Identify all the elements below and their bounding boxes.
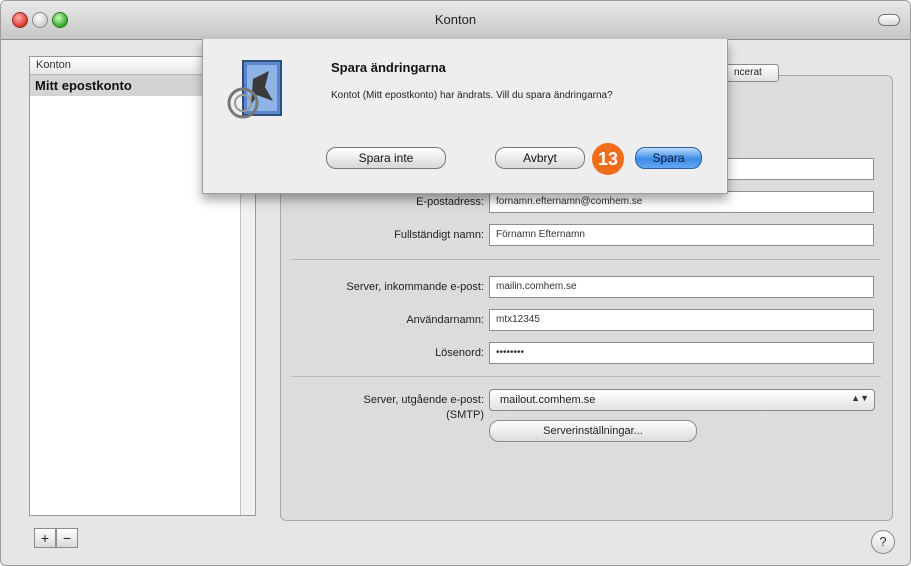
email-label: E-postadress: [416,196,484,208]
dont-save-button[interactable]: Spara inte [326,147,446,169]
add-account-button[interactable]: + [34,528,56,548]
incoming-server-label: Server, inkommande e-post: [346,281,484,293]
dialog-title: Spara ändringarna [331,60,446,75]
password-label: Lösenord: [435,347,484,359]
incoming-server-field[interactable]: mailin.comhem.se [489,276,874,298]
step-badge: 13 [592,143,624,175]
remove-account-button[interactable]: − [56,528,78,548]
divider [291,259,881,260]
username-field[interactable]: mtx12345 [489,309,874,331]
password-field[interactable]: •••••••• [489,342,874,364]
toolbar-toggle-button[interactable] [878,14,900,26]
titlebar: Konton [1,1,910,40]
server-settings-button[interactable]: Serverinställningar... [489,420,697,442]
dialog-message: Kontot (Mitt epostkonto) har ändrats. Vi… [331,90,613,101]
divider [291,376,881,377]
help-button[interactable]: ? [871,530,895,554]
outgoing-server-sublabel: (SMTP) [446,409,484,421]
email-field[interactable]: fornamn.efternamn@comhem.se [489,191,874,213]
save-changes-dialog: Spara ändringarna Kontot (Mitt epostkont… [202,39,728,194]
save-button[interactable]: Spara [635,147,702,169]
window-title: Konton [434,12,477,27]
cancel-button[interactable]: Avbryt [495,147,585,169]
outgoing-server-label: Server, utgående e-post: [363,394,484,406]
mail-stamp-icon [227,60,282,119]
outgoing-server-select[interactable]: mailout.comhem.se ▲▼ [489,389,875,411]
accounts-window: Konton Konton Mitt epostkonto + − ncerat… [0,0,911,566]
fullname-field[interactable]: Förnamn Efternamn [489,224,874,246]
updown-arrows-icon: ▲▼ [851,393,869,403]
fullname-label: Fullständigt namn: [394,229,484,241]
username-label: Användarnamn: [406,314,484,326]
